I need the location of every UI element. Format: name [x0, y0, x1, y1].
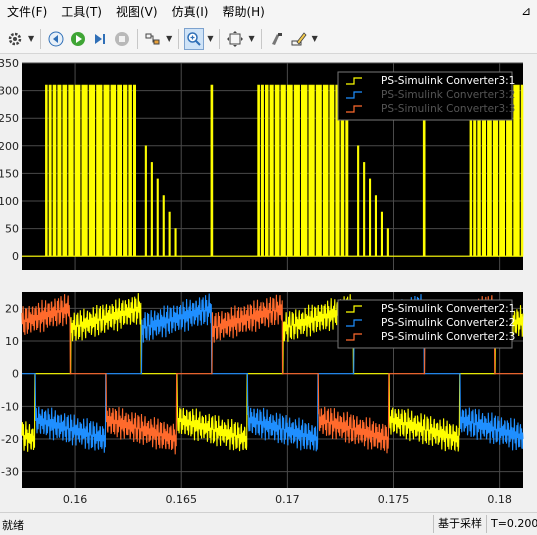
toolbar-separator [219, 28, 221, 49]
scope-plots[interactable]: 050100150200250300350 PS-Simulink Conver… [0, 55, 537, 512]
step-forward-icon[interactable] [90, 28, 110, 50]
x-tick-label: 0.16 [63, 493, 88, 506]
top-legend-label-2: PS-Simulink Converter3:2 [381, 89, 515, 101]
x-tick-label: 0.165 [165, 493, 197, 506]
bottom-legend-label-2: PS-Simulink Converter2:2 [381, 317, 515, 329]
top-plot-legend[interactable]: PS-Simulink Converter3:1 PS-Simulink Con… [337, 71, 515, 121]
run-icon[interactable] [68, 28, 88, 50]
highlight-dropdown-icon[interactable]: ▼ [166, 34, 172, 43]
bottom-legend-label-3: PS-Simulink Converter2:3 [381, 331, 515, 343]
toolbar-separator [40, 28, 42, 49]
status-text: 就绪 [2, 519, 24, 532]
fit-dropdown-icon[interactable]: ▼ [248, 34, 254, 43]
top-legend-label-1: PS-Simulink Converter3:1 [381, 75, 515, 87]
menu-view[interactable]: 视图(V) [109, 0, 165, 24]
zoom-dropdown-icon[interactable]: ▼ [207, 34, 213, 43]
bottom-plot-yticks: -30 -20 -10 0 10 20 [1, 302, 19, 478]
scope-plot-area: 0 50 100 150 200 250 300 350 PS-Simulink Conver… [0, 55, 537, 512]
edit-dropdown-icon[interactable]: ▼ [312, 34, 318, 43]
y-tick-label: -30 [1, 466, 19, 479]
y-tick-label: -20 [1, 433, 19, 446]
y-tick-label: 0 [12, 368, 19, 381]
bottom-plot-legend[interactable]: PS-Simulink Converter2:1 PS-Simulink Con… [337, 299, 515, 349]
toolbar-separator [260, 28, 262, 49]
top-plot-yticks: 0 50 100 150 200 250 300 350 [0, 57, 19, 263]
sample-mode-indicator: 基于采样 [433, 515, 486, 533]
y-tick-label: -10 [1, 400, 19, 413]
fit-to-view-icon[interactable] [225, 28, 245, 50]
menu-help[interactable]: 帮助(H) [215, 0, 271, 24]
edit-icon[interactable] [289, 28, 309, 50]
zoom-icon[interactable] [184, 27, 205, 50]
settings-dropdown-icon[interactable]: ▼ [28, 34, 34, 43]
stop-icon[interactable] [112, 28, 132, 50]
menu-bar: 文件(F) 工具(T) 视图(V) 仿真(I) 帮助(H) ⊿ [0, 0, 537, 24]
style-icon[interactable] [267, 28, 287, 50]
x-axis-ticks: 0.16 0.165 0.17 0.175 0.18 [63, 493, 512, 506]
y-tick-label: 200 [0, 140, 19, 153]
y-tick-label: 150 [0, 167, 19, 180]
y-tick-label: 250 [0, 112, 19, 125]
status-bar: 就绪 基于采样 T=0.200 [0, 512, 537, 535]
bottom-legend-label-1: PS-Simulink Converter2:1 [381, 303, 515, 315]
settings-icon[interactable] [5, 28, 25, 50]
sim-time-indicator: T=0.200 [486, 515, 537, 533]
y-tick-label: 0 [12, 250, 19, 263]
menu-tools[interactable]: 工具(T) [54, 0, 109, 24]
y-tick-label: 50 [5, 223, 19, 236]
top-legend-label-3: PS-Simulink Converter3:3 [381, 103, 515, 115]
menu-simulation[interactable]: 仿真(I) [165, 0, 216, 24]
y-tick-label: 350 [0, 57, 19, 70]
x-tick-label: 0.17 [275, 493, 300, 506]
highlight-signal-icon[interactable] [143, 28, 163, 50]
y-tick-label: 20 [5, 302, 19, 315]
y-tick-label: 100 [0, 195, 19, 208]
dock-icon[interactable]: ⊿ [521, 4, 531, 18]
x-tick-label: 0.18 [487, 493, 512, 506]
toolbar: ▼ ▼ ▼ ▼ ▼ [0, 24, 537, 54]
menu-file[interactable]: 文件(F) [0, 0, 54, 24]
toolbar-separator [178, 28, 180, 49]
y-tick-label: 10 [5, 335, 19, 348]
step-back-icon[interactable] [46, 28, 66, 50]
x-tick-label: 0.175 [378, 493, 410, 506]
y-tick-label: 300 [0, 85, 19, 98]
toolbar-separator [137, 28, 139, 49]
